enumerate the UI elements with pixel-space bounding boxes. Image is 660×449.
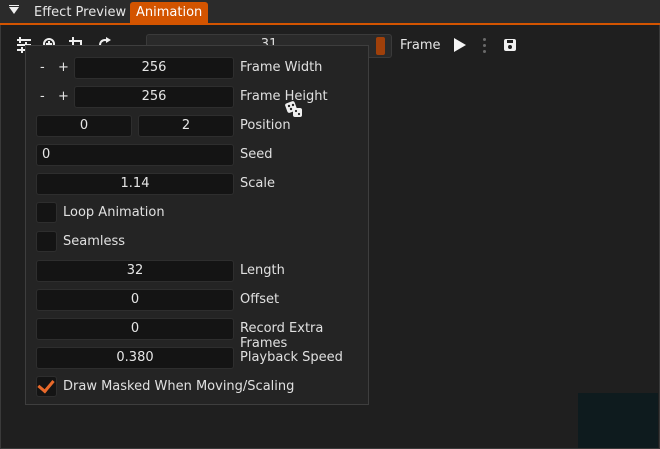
frame-width-label: Frame Width (240, 60, 323, 75)
scale-field[interactable]: 1.14 (36, 173, 234, 195)
frame-height-field[interactable]: 256 (74, 86, 234, 108)
seamless-checkbox[interactable] (36, 231, 57, 252)
length-label: Length (240, 263, 285, 278)
draw-masked-label: Draw Masked When Moving/Scaling (63, 379, 295, 394)
frame-label: Frame (400, 38, 441, 53)
record-extra-frames-field[interactable]: 0 (36, 318, 234, 340)
position-label: Position (240, 118, 291, 133)
offset-label: Offset (240, 292, 280, 307)
seamless-label: Seamless (63, 234, 126, 249)
loop-animation-label: Loop Animation (63, 205, 165, 220)
play-icon[interactable] (454, 38, 466, 52)
save-icon[interactable] (504, 39, 516, 51)
frame-width-field[interactable]: 256 (74, 57, 234, 79)
frame-height-minus-button[interactable]: - (40, 89, 45, 104)
tab-animation[interactable]: Animation (130, 2, 209, 23)
record-extra-frames-label: Record Extra Frames (240, 321, 324, 351)
position-y-field[interactable]: 2 (138, 115, 234, 137)
loop-animation-checkbox[interactable] (36, 202, 57, 223)
drag-grip-icon[interactable] (483, 38, 486, 54)
frame-slider-handle[interactable] (376, 37, 385, 55)
draw-masked-checkbox[interactable] (36, 375, 57, 397)
scale-label: Scale (240, 176, 275, 191)
checkmark-icon (37, 375, 55, 394)
position-x-field[interactable]: 0 (36, 115, 132, 137)
offset-field[interactable]: 0 (36, 289, 234, 311)
tab-effect-preview[interactable]: Effect Preview (28, 2, 132, 23)
dice-icon[interactable] (285, 100, 303, 118)
frame-height-plus-button[interactable]: + (58, 89, 69, 104)
frame-width-plus-button[interactable]: + (58, 60, 69, 75)
seed-label: Seed (240, 147, 273, 162)
tab-menu-bar (9, 5, 19, 6)
frame-height-label: Frame Height (240, 89, 328, 104)
preview-canvas[interactable] (578, 393, 658, 448)
playback-speed-field[interactable]: 0.380 (36, 347, 234, 369)
playback-speed-label: Playback Speed (240, 350, 343, 365)
frame-width-minus-button[interactable]: - (40, 60, 45, 75)
animation-settings-popup: - + 256 Frame Width - + 256 Frame Height… (25, 45, 369, 405)
tab-dropdown-icon[interactable] (9, 7, 19, 14)
seed-field[interactable]: 0 (36, 144, 234, 166)
length-field[interactable]: 32 (36, 260, 234, 282)
